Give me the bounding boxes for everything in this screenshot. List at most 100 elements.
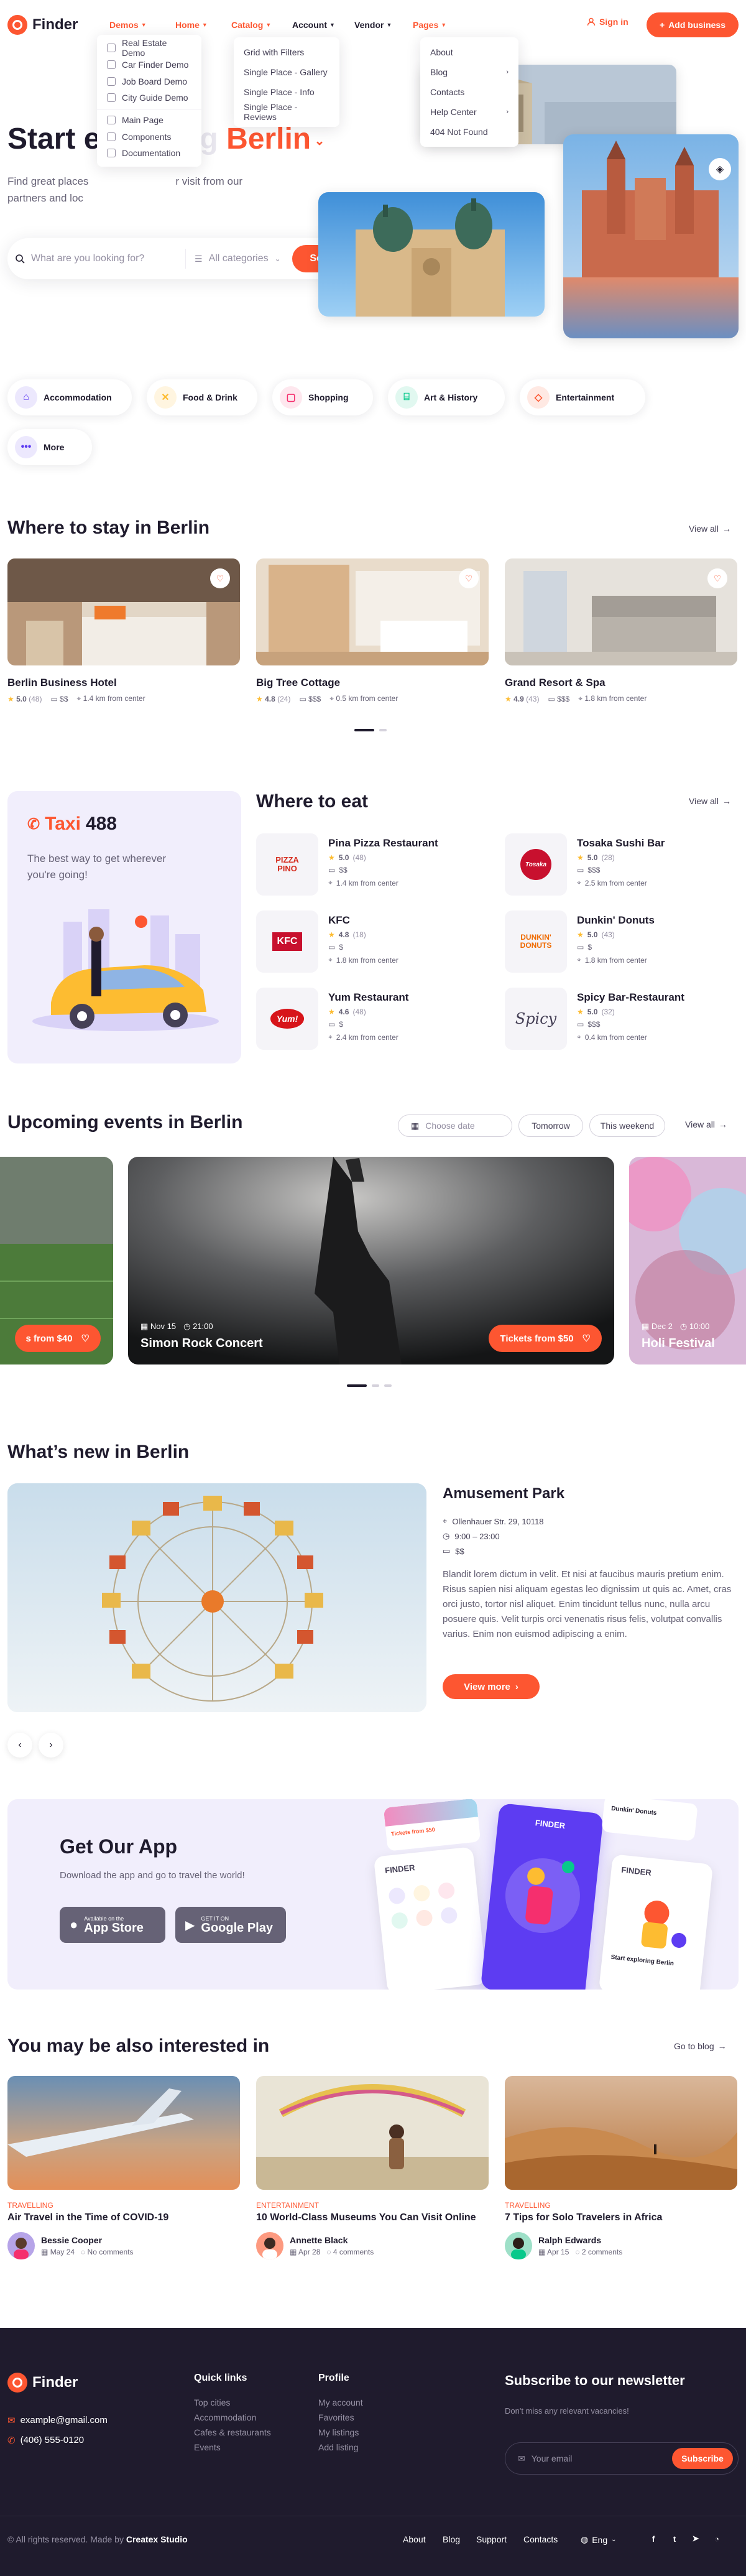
menu-item-reviews[interactable]: Single Place - Reviews (234, 102, 339, 122)
stay-card[interactable]: ♡ Big Tree Cottage ★ 4.8 (24) ▭ $$$ ⌖ 0.… (256, 558, 489, 703)
footer-link[interactable]: Favorites (318, 2412, 354, 2422)
taxi-banner[interactable]: ✆ Taxi 488 The best way to get wherever … (7, 791, 241, 1063)
logo[interactable]: Finder (7, 15, 78, 35)
menu-item-blog[interactable]: Blog › (420, 62, 518, 82)
event-card[interactable]: s from $40 ♡ (0, 1157, 113, 1364)
menu-item-contacts[interactable]: Contacts (420, 82, 518, 102)
event-tickets-button[interactable]: s from $40 ♡ (14, 1325, 101, 1352)
nav-catalog[interactable]: Catalog ▼ (223, 20, 283, 30)
post-category[interactable]: TRAVELLING (505, 2201, 737, 2210)
favorite-button[interactable]: ♡ (707, 568, 727, 588)
category-entertainment[interactable]: ◇ Entertainment (520, 379, 645, 415)
footer-link[interactable]: Cafes & restaurants (194, 2427, 271, 2437)
blog-card[interactable]: TRAVELLING Air Travel in the Time of COV… (7, 2076, 240, 2259)
footer-link[interactable]: Accommodation (194, 2412, 256, 2422)
footer-link[interactable]: My account (318, 2398, 363, 2407)
footer-link[interactable]: Events (194, 2442, 221, 2452)
nav-pages[interactable]: Pages ▼ (404, 20, 460, 30)
stay-card[interactable]: ♡ Grand Resort & Spa ★ 4.9 (43) ▭ $$$ ⌖ … (505, 558, 737, 703)
bottom-link-contacts[interactable]: Contacts (523, 2534, 558, 2544)
menu-item-city-guide[interactable]: City Guide Demo (97, 90, 201, 106)
post-category[interactable]: ENTERTAINMENT (256, 2201, 489, 2210)
pagination-dot[interactable] (347, 1384, 367, 1387)
restaurant-card[interactable]: Spicy Spicy Bar-Restaurant ★ 5.0 (32) ▭ $$$… (505, 988, 737, 1050)
tomorrow-filter[interactable]: Tomorrow (518, 1114, 583, 1137)
menu-item-documentation[interactable]: Documentation (97, 145, 201, 162)
restaurant-card[interactable]: PIZZA PINO Pina Pizza Restaurant ★ 5.0 (48… (256, 833, 489, 896)
footer-email[interactable]: ✉ example@gmail.com (7, 2415, 108, 2426)
post-author[interactable]: Bessie Cooper ▦ May 24 ◌ No comments (7, 2232, 240, 2259)
restaurant-card[interactable]: DUNKIN' DONUTS Dunkin' Donuts ★ 5.0 (43) ▭… (505, 910, 737, 973)
app-store-button[interactable]: ● Available on the App Store (60, 1907, 165, 1943)
nav-home[interactable]: Home ▼ (167, 20, 223, 30)
nav-demos[interactable]: Demos ▼ (101, 20, 167, 30)
menu-item-about[interactable]: About (420, 42, 518, 62)
hero-city[interactable]: Berlin (226, 123, 311, 155)
facebook-icon[interactable]: f (644, 2529, 663, 2548)
menu-item-car-finder[interactable]: Car Finder Demo (97, 57, 201, 73)
pagination-dot[interactable] (384, 1384, 392, 1387)
sign-in-link[interactable]: Sign in (587, 17, 629, 27)
add-business-button[interactable]: + Add business (647, 12, 739, 37)
view-more-button[interactable]: View more › (443, 1674, 540, 1699)
event-tickets-button[interactable]: Tickets from $50 ♡ (489, 1325, 602, 1352)
nav-account[interactable]: Account ▼ (283, 20, 346, 30)
prev-button[interactable]: ‹ (7, 1733, 32, 1758)
category-more[interactable]: ••• More (7, 429, 92, 465)
language-select[interactable]: ◍ Eng ⌄ (581, 2534, 617, 2545)
chevron-down-icon[interactable]: ⌄ (311, 134, 325, 148)
menu-item-grid[interactable]: Grid with Filters (234, 42, 339, 62)
restaurant-card[interactable]: Tosaka Tosaka Sushi Bar ★ 5.0 (28) ▭ $$$ ⌖ 2… (505, 833, 737, 896)
stay-card[interactable]: ♡ Berlin Business Hotel ★ 5.0 (48) ▭ $$ … (7, 558, 240, 703)
category-art-history[interactable]: ⌸ Art & History (388, 379, 505, 415)
bottom-link-about[interactable]: About (403, 2534, 426, 2544)
favorite-button[interactable]: ♡ (210, 568, 230, 588)
menu-item-404[interactable]: 404 Not Found (420, 122, 518, 142)
eat-view-all[interactable]: View all → (689, 796, 731, 806)
menu-item-help-center[interactable]: Help Center › (420, 102, 518, 122)
pagination-dot[interactable] (354, 729, 374, 731)
category-shopping[interactable]: ▢ Shopping (272, 379, 373, 415)
blog-card[interactable]: ENTERTAINMENT 10 World-Class Museums You… (256, 2076, 489, 2259)
footer-link[interactable]: My listings (318, 2427, 359, 2437)
events-view-all[interactable]: View all → (685, 1119, 727, 1129)
footer-phone[interactable]: ✆ (406) 555-0120 (7, 2435, 84, 2446)
weekend-filter[interactable]: This weekend (589, 1114, 665, 1137)
event-card[interactable]: ▦ Dec 2 ◷ 10:00 Holi Festival (629, 1157, 746, 1364)
layers-button[interactable]: ◈ (709, 158, 731, 180)
stay-view-all[interactable]: View all → (689, 524, 731, 534)
telegram-icon[interactable]: ➤ (686, 2529, 705, 2548)
subscribe-button[interactable]: Subscribe (672, 2448, 733, 2469)
author-link[interactable]: Createx Studio (126, 2534, 188, 2544)
post-author[interactable]: Ralph Edwards ▦ Apr 15 ◌ 2 comments (505, 2232, 737, 2259)
choose-date-input[interactable]: ▦ Choose date (398, 1114, 512, 1137)
category-select[interactable]: ☰ All categories ⌄ (195, 253, 281, 264)
nav-vendor[interactable]: Vendor ▼ (346, 20, 404, 30)
restaurant-card[interactable]: KFC KFC ★ 4.8 (18) ▭ $ ⌖ 1.8 km from center (256, 910, 489, 973)
pagination-dot[interactable] (372, 1384, 379, 1387)
restaurant-card[interactable]: Yum! Yum Restaurant ★ 4.6 (48) ▭ $ ⌖ 2.4 km … (256, 988, 489, 1050)
category-accommodation[interactable]: ⌂ Accommodation (7, 379, 132, 415)
post-title[interactable]: 10 World-Class Museums You Can Visit Onl… (256, 2212, 489, 2223)
favorite-button[interactable]: ♡ (459, 568, 479, 588)
pagination-dot[interactable] (379, 729, 387, 731)
go-to-blog-link[interactable]: Go to blog → (674, 2041, 727, 2051)
post-title[interactable]: Air Travel in the Time of COVID-19 (7, 2212, 240, 2223)
footer-logo[interactable]: Finder (7, 2373, 78, 2393)
menu-item-job-board[interactable]: Job Board Demo (97, 73, 201, 90)
search-field[interactable]: What are you looking for? (15, 253, 177, 264)
messenger-icon[interactable]: ◔ (707, 2529, 726, 2548)
bottom-link-support[interactable]: Support (476, 2534, 507, 2544)
menu-item-gallery[interactable]: Single Place - Gallery (234, 62, 339, 82)
next-button[interactable]: › (39, 1733, 63, 1758)
post-category[interactable]: TRAVELLING (7, 2201, 240, 2210)
menu-item-real-estate[interactable]: Real Estate Demo (97, 38, 201, 58)
menu-item-info[interactable]: Single Place - Info (234, 82, 339, 102)
menu-item-components[interactable]: Components (97, 128, 201, 145)
blog-card[interactable]: TRAVELLING 7 Tips for Solo Travelers in … (505, 2076, 737, 2259)
event-card[interactable]: ▦ Nov 15 ◷ 21:00 Simon Rock Concert Ticke… (128, 1157, 614, 1364)
menu-item-main-page[interactable]: Main Page (97, 112, 201, 129)
twitter-icon[interactable]: t (665, 2529, 684, 2548)
footer-link[interactable]: Top cities (194, 2398, 230, 2407)
newsletter-email-input[interactable]: ✉ Your email Subscribe (505, 2442, 739, 2475)
